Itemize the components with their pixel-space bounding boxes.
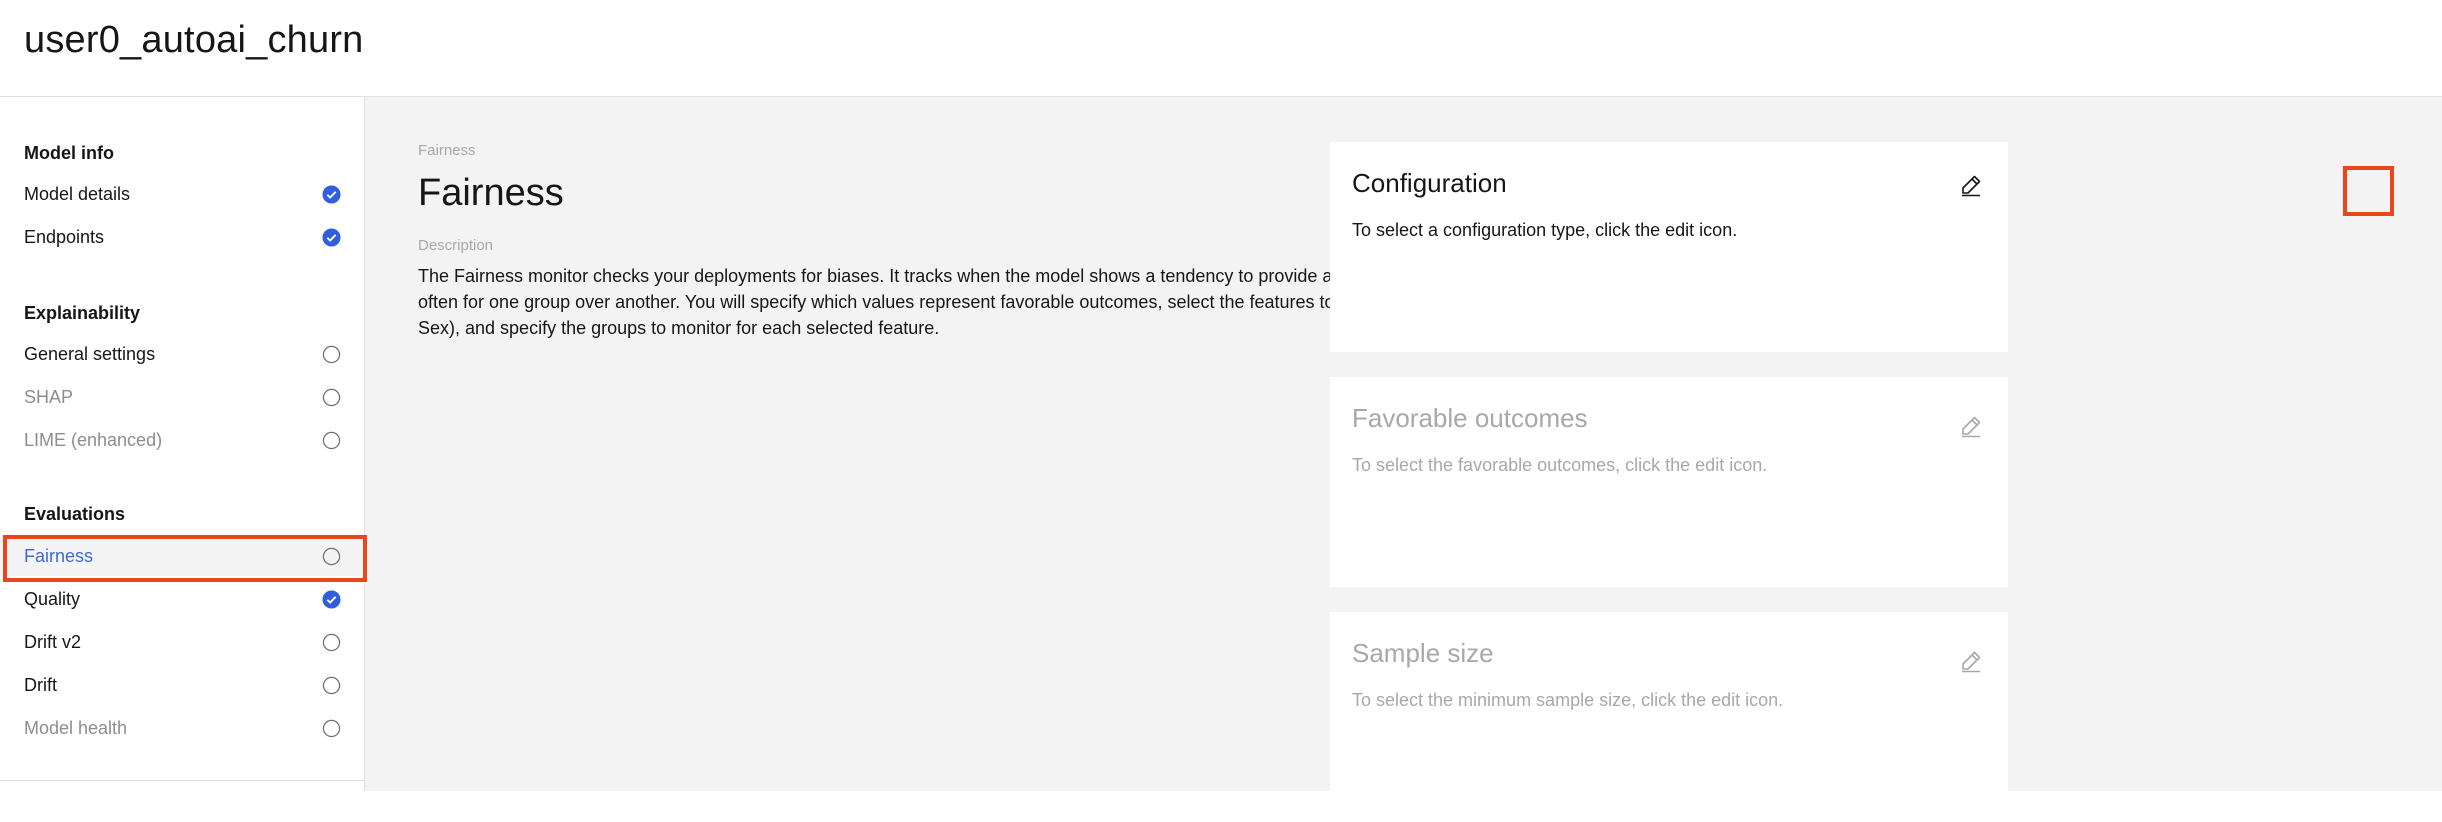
sidebar-item-model-details[interactable]: Model details: [0, 174, 365, 214]
sidebar-item-label: Drift v2: [24, 632, 82, 652]
edit-icon[interactable]: [1958, 413, 1984, 439]
sidebar-item-quality[interactable]: Quality: [0, 579, 365, 619]
sidebar-divider: [0, 780, 365, 781]
sidebar-item-label: Drift: [24, 675, 57, 695]
card-title: Configuration: [1352, 168, 1507, 198]
sidebar-item-drift-v2[interactable]: Drift v2: [0, 622, 365, 662]
favorable-outcomes-card: Favorable outcomes To select the favorab…: [1330, 377, 2008, 587]
sidebar-item-general-settings[interactable]: General settings: [0, 334, 365, 374]
circle-outline-icon: [322, 719, 341, 738]
section-heading-evaluations: Evaluations: [24, 504, 126, 524]
sidebar-item-label: Quality: [24, 589, 81, 609]
configuration-card: Configuration To select a configuration …: [1330, 142, 2008, 352]
checkmark-filled-icon: [322, 185, 341, 204]
sidebar: Model info Model details Endpoints Expla…: [0, 97, 365, 791]
app-title: user0_autoai_churn: [24, 19, 364, 61]
section-heading-explainability: Explainability: [24, 303, 141, 323]
sidebar-item-endpoints[interactable]: Endpoints: [0, 217, 365, 257]
sidebar-item-label: Model health: [24, 718, 128, 738]
checkmark-filled-icon: [322, 590, 341, 609]
sidebar-item-lime-enhanced[interactable]: LIME (enhanced): [0, 420, 365, 460]
section-heading-model-info: Model info: [24, 143, 114, 163]
sidebar-item-label: SHAP: [24, 387, 74, 407]
sidebar-item-label: Fairness: [24, 546, 94, 566]
circle-outline-icon: [322, 633, 341, 652]
sidebar-item-drift[interactable]: Drift: [0, 665, 365, 705]
sidebar-item-shap[interactable]: SHAP: [0, 377, 365, 417]
card-text: To select the favorable outcomes, click …: [1352, 455, 1768, 475]
sidebar-item-fairness[interactable]: Fairness: [0, 536, 365, 576]
checkmark-filled-icon: [322, 228, 341, 247]
sidebar-item-model-health[interactable]: Model health: [0, 708, 365, 748]
circle-outline-icon: [322, 676, 341, 695]
card-title: Favorable outcomes: [1352, 403, 1588, 433]
sidebar-item-label: General settings: [24, 344, 156, 364]
description-label: Description: [418, 237, 494, 254]
card-text: To select the minimum sample size, click…: [1352, 690, 1784, 710]
breadcrumb: Fairness: [418, 142, 476, 159]
sidebar-item-label: Endpoints: [24, 227, 105, 247]
page-title: Fairness: [418, 172, 564, 214]
sidebar-item-label: LIME (enhanced): [24, 430, 163, 450]
edit-icon[interactable]: [1958, 648, 1984, 674]
card-title: Sample size: [1352, 638, 1494, 668]
circle-outline-icon: [322, 547, 341, 566]
circle-outline-icon: [322, 388, 341, 407]
app-header: user0_autoai_churn: [0, 0, 2442, 97]
card-text: To select a configuration type, click th…: [1352, 220, 1738, 240]
edit-icon[interactable]: [1958, 172, 1984, 198]
circle-outline-icon: [322, 345, 341, 364]
sidebar-item-label: Model details: [24, 184, 131, 204]
circle-outline-icon: [322, 431, 341, 450]
